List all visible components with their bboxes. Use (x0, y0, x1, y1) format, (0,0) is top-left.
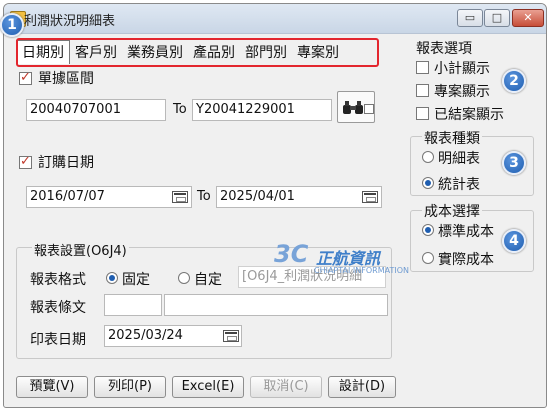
project-display-checkbox[interactable] (416, 84, 429, 97)
excel-button[interactable]: Excel(E) (172, 376, 244, 398)
document-from-field[interactable]: 20040707001 (26, 99, 166, 121)
lookup-checkbox[interactable] (364, 104, 374, 114)
cancel-button[interactable]: 取消(C) (250, 376, 322, 398)
tab-by-customer[interactable]: 客戶別 (70, 42, 122, 64)
window-title: 利潤狀況明細表 (24, 14, 116, 29)
order-date-to-label: To (197, 189, 211, 204)
document-range-label: 單據區間 (38, 71, 94, 87)
callout-badge-1: 1 (0, 13, 24, 37)
format-custom-label: 自定 (194, 272, 222, 288)
subtotal-label: 小計顯示 (434, 61, 490, 77)
document-range-checkbox[interactable] (19, 70, 32, 85)
report-clause-label: 報表條文 (30, 300, 86, 316)
document-to-field[interactable]: Y20041229001 (192, 99, 332, 121)
order-date-checkbox[interactable] (19, 154, 32, 169)
format-fixed-radio[interactable] (106, 272, 118, 284)
binoculars-icon (343, 101, 363, 114)
report-window: 利潤狀況明細表 ▭ □ ✕ 日期別 客戶別 業務員別 產品別 部門別 專案別 單… (3, 3, 547, 408)
subtotal-checkbox[interactable] (416, 61, 429, 74)
project-display-label: 專案顯示 (434, 84, 490, 100)
maximize-button[interactable]: □ (484, 9, 510, 27)
detail-radio[interactable] (422, 151, 434, 163)
tab-by-salesperson[interactable]: 業務員別 (122, 42, 188, 64)
tab-strip: 日期別 客戶別 業務員別 產品別 部門別 專案別 (16, 40, 344, 64)
closed-display-label: 已結案顯示 (434, 107, 504, 123)
format-fixed-label: 固定 (122, 272, 150, 288)
standard-cost-label: 標準成本 (438, 224, 494, 240)
report-clause-code-field[interactable] (104, 294, 162, 316)
order-date-to-field[interactable]: 2025/04/01 (216, 186, 382, 208)
format-custom-radio[interactable] (178, 272, 190, 284)
calendar-icon[interactable] (223, 330, 239, 342)
report-settings-title: 報表設置(O6J4) (32, 240, 129, 259)
order-date-label: 訂購日期 (38, 155, 94, 171)
callout-badge-3: 3 (502, 151, 526, 175)
summary-radio[interactable] (422, 177, 434, 189)
document-to-label: To (173, 102, 187, 117)
design-button[interactable]: 設計(D) (328, 376, 396, 398)
standard-cost-radio[interactable] (422, 224, 434, 236)
calendar-icon[interactable] (362, 191, 378, 203)
order-date-from-field[interactable]: 2016/07/07 (26, 186, 192, 208)
preview-button[interactable]: 預覽(V) (16, 376, 88, 398)
report-clause-text-field[interactable] (164, 294, 388, 316)
summary-label: 統計表 (438, 177, 480, 193)
tab-by-project[interactable]: 專案別 (292, 42, 344, 64)
report-options-title: 報表選項 (416, 41, 472, 57)
tab-by-date[interactable]: 日期別 (16, 40, 70, 64)
actual-cost-radio[interactable] (422, 252, 434, 264)
report-type-title: 報表種類 (422, 128, 482, 148)
closed-display-checkbox[interactable] (416, 107, 429, 120)
report-format-label: 報表格式 (30, 272, 86, 288)
print-date-field[interactable]: 2025/03/24 (104, 325, 242, 347)
calendar-icon[interactable] (172, 191, 188, 203)
cost-choice-title: 成本選擇 (422, 201, 482, 221)
tab-by-department[interactable]: 部門別 (240, 42, 292, 64)
lookup-button[interactable] (337, 91, 375, 123)
callout-badge-4: 4 (502, 229, 526, 253)
close-button[interactable]: ✕ (512, 9, 544, 27)
title-bar: 利潤狀況明細表 ▭ □ ✕ (4, 4, 546, 34)
print-date-label: 印表日期 (30, 332, 86, 348)
callout-badge-2: 2 (502, 69, 526, 93)
actual-cost-label: 實際成本 (438, 252, 494, 268)
print-button[interactable]: 列印(P) (94, 376, 166, 398)
report-format-select[interactable]: [O6J4_利潤狀況明細 (238, 266, 386, 288)
detail-label: 明細表 (438, 151, 480, 167)
minimize-button[interactable]: ▭ (457, 9, 483, 27)
tab-by-product[interactable]: 產品別 (188, 42, 240, 64)
